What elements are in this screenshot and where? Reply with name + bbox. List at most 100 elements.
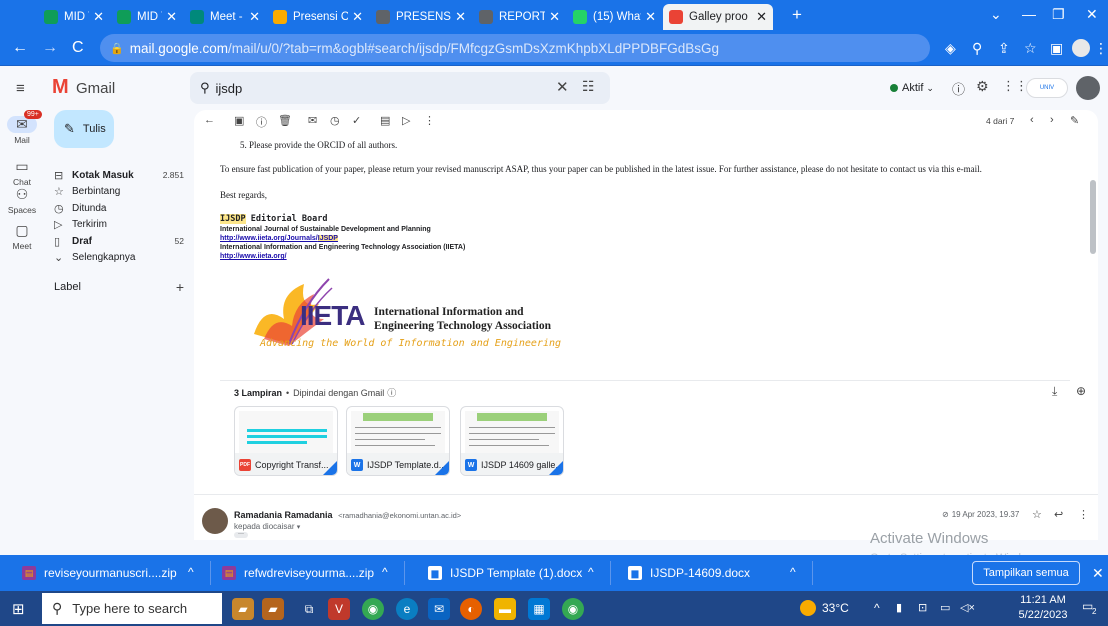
browser-tab[interactable]: REPORT HA✕ [473,4,566,30]
clock-time[interactable]: 11:21 AM [1014,594,1072,606]
download-item[interactable]: ▤ reviseyourmanuscri....zip [22,555,177,591]
recipient-line[interactable]: kepada diocaisar ▾ [234,522,300,531]
reply-icon[interactable]: ↩ [1054,508,1063,521]
browser-tab[interactable]: Meet - ✕ [184,4,266,30]
taskbar-search[interactable]: ⚲ Type here to search [42,593,222,624]
attachment-card[interactable]: W IJSDP Template.d... [346,406,450,476]
rail-item-spaces[interactable]: ⚇ Spaces [0,186,44,215]
temperature-text[interactable]: 33°C [822,601,849,615]
show-all-downloads-button[interactable]: Tampilkan semua [972,561,1080,585]
task-view-icon[interactable]: ⧉ [298,598,320,620]
folder-app-icon[interactable]: ▰ [262,598,284,620]
back-to-list-icon[interactable]: ← [204,114,215,126]
browser-menu-icon[interactable]: ⋮ [1094,40,1108,57]
snooze-icon[interactable]: ◷ [330,114,340,127]
label-icon[interactable]: ▷ [402,114,410,127]
next-message-icon[interactable]: › [1050,114,1054,126]
report-spam-icon[interactable]: ⓘ [256,114,267,130]
profile-avatar[interactable] [1072,39,1090,57]
close-window-icon[interactable]: ✕ [1086,6,1098,23]
journal-link-a[interactable]: http://www.iieta.org/Journals/ [220,235,318,242]
prev-message-icon[interactable]: ‹ [1030,114,1034,126]
compose-button[interactable]: ✎ Tulis [54,110,114,148]
close-tab-icon[interactable]: ✕ [756,9,767,25]
move-to-icon[interactable]: ▤ [380,114,390,127]
info-icon[interactable]: ⓘ [387,386,396,399]
settings-gear-icon[interactable]: ⚙ [976,78,989,95]
sidebar-item-selengkapnya[interactable]: ⌄ Selengkapnya [54,249,184,267]
site-link[interactable]: http://www.iieta.org/ [220,253,287,260]
firefox-taskbar-icon[interactable]: ◐ [460,598,482,620]
sidebar-item-draf[interactable]: ▯ Draf 52 [54,232,184,250]
mark-unread-icon[interactable]: ✉ [308,114,317,127]
download-options-icon[interactable]: ^ [588,565,594,579]
browser-tab[interactable]: Presensi On✕ [267,4,369,30]
download-item[interactable]: ▆ IJSDP-14609.docx [628,555,750,591]
browser-tab[interactable]: (15) Whats/ ✕ [567,4,662,30]
bookmark-star-icon[interactable]: ☆ [1024,40,1037,57]
sidebar-item-kotak-masuk[interactable]: ⊟ Kotak Masuk 2.851 [54,166,184,184]
maximize-icon[interactable]: ❐ [1052,6,1065,23]
input-tools-icon[interactable]: ✎ [1070,114,1079,127]
signature-link-site[interactable]: http://www.iieta.org/ [220,253,1060,260]
search-input[interactable]: ijsdp [216,81,243,96]
url-field[interactable]: 🔒 mail.google.com/mail/u/0/?tab=rm&ogbl#… [100,34,930,62]
tray-chevron-up-icon[interactable]: ^ [874,601,880,615]
add-task-icon[interactable]: ✓ [352,114,361,127]
edge-taskbar-icon[interactable]: e [396,598,418,620]
download-item[interactable]: ▤ refwdreviseyourma....zip [222,555,374,591]
attachment-card[interactable]: W IJSDP 14609 galle... [460,406,564,476]
sender-name[interactable]: Ramadania Ramadania [234,510,333,520]
account-avatar[interactable] [1076,76,1100,100]
search-options-icon[interactable]: ☷ [582,78,595,95]
download-options-icon[interactable]: ^ [790,565,796,579]
battery-icon[interactable]: ▭ [940,601,950,614]
new-tab-button[interactable]: + [792,5,802,25]
sender-avatar[interactable] [202,508,228,534]
show-trimmed-button[interactable]: ··· [234,531,248,538]
add-to-drive-icon[interactable]: ⊕ [1076,384,1086,398]
browser-tab[interactable]: MID TEST - ✕ [38,4,110,30]
attachment-card[interactable]: PDF Copyright Transf... [234,406,338,476]
archive-icon[interactable]: ▣ [234,114,244,127]
close-downloads-icon[interactable]: ✕ [1092,565,1104,582]
help-icon[interactable]: ⓘ [952,79,965,98]
extension-icon[interactable]: ◈ [945,40,956,57]
journal-link-b[interactable]: IJSDP [317,235,338,242]
org-logo-badge[interactable]: UNIV [1026,78,1068,98]
network-icon[interactable]: ⊡ [918,601,927,614]
forward-icon[interactable]: → [42,39,58,57]
close-tab-icon[interactable]: ✕ [455,9,466,25]
usb-icon[interactable]: ▮ [896,601,902,614]
sidebar-item-berbintang[interactable]: ☆ Berbintang [54,183,184,201]
chrome-profile-taskbar-icon[interactable]: ◉ [562,598,584,620]
chrome-taskbar-icon[interactable]: ◉ [362,598,384,620]
clear-search-icon[interactable]: ✕ [556,78,569,96]
sidebar-item-ditunda[interactable]: ◷ Ditunda [54,199,184,217]
close-tab-icon[interactable]: ✕ [352,9,363,25]
browser-tab[interactable]: Galley proo ✕ [663,4,773,30]
rail-item-chat[interactable]: ▭ Chat [0,158,44,187]
sidebar-item-terkirim[interactable]: ▷ Terkirim [54,216,184,234]
minimize-icon[interactable]: — [1022,6,1036,22]
rail-item-meet[interactable]: ▢ Meet [0,222,44,251]
tab-search-icon[interactable]: ⌄ [990,6,1002,23]
mail-taskbar-icon[interactable]: ✉ [428,598,450,620]
sidepanel-icon[interactable]: ▣ [1050,40,1063,57]
delete-icon[interactable]: 🗑 [278,114,292,127]
browser-tab[interactable]: PRESENSI D✕ [370,4,472,30]
back-icon[interactable]: ← [12,39,28,57]
share-icon[interactable]: ⇪ [998,40,1010,57]
scrollbar-thumb[interactable] [1090,180,1096,254]
message-more-icon[interactable]: ⋮ [1078,508,1089,521]
store-taskbar-icon[interactable]: ▦ [528,598,550,620]
close-tab-icon[interactable]: ✕ [249,9,260,25]
reload-icon[interactable]: C [72,39,84,57]
explorer-folder-icon[interactable]: ▬ [494,598,516,620]
star-icon[interactable]: ☆ [1032,508,1042,521]
close-tab-icon[interactable]: ✕ [93,9,104,25]
download-item[interactable]: ▆ IJSDP Template (1).docx [428,555,582,591]
more-options-icon[interactable]: ⋮ [424,114,435,127]
download-options-icon[interactable]: ^ [382,565,388,579]
close-tab-icon[interactable]: ✕ [166,9,177,25]
